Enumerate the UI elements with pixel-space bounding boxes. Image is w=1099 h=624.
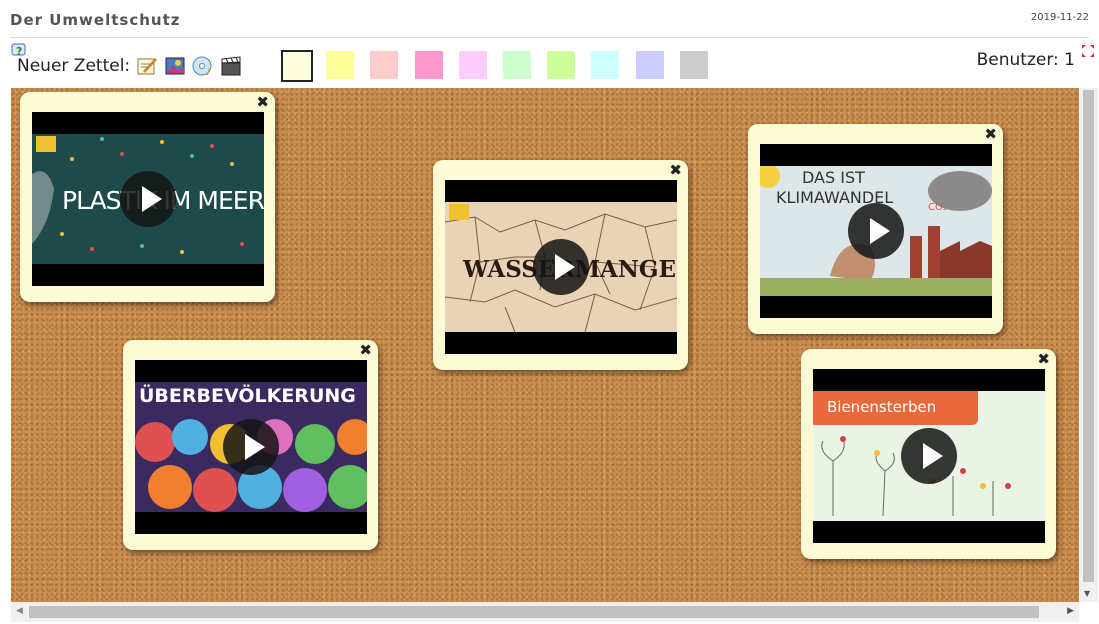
users-count: Benutzer: 1 <box>976 50 1075 70</box>
color-swatch[interactable] <box>547 51 576 79</box>
board-title: Der Umweltschutz <box>10 11 181 29</box>
svg-text:♪: ♪ <box>205 67 211 77</box>
text-note-icon[interactable] <box>136 55 158 77</box>
image-note-icon[interactable] <box>164 55 186 77</box>
thumbnail-title: Bienensterben <box>827 398 937 416</box>
scroll-down-icon[interactable]: ▼ <box>1084 589 1090 598</box>
color-swatch[interactable] <box>591 51 620 79</box>
video-thumbnail: ÜBERBEVÖLKERUNG <box>135 382 367 512</box>
video-note-ueberbevoelkerung[interactable]: ✖ ÜBERBEVÖLKERUNG <box>123 340 378 550</box>
color-swatch[interactable] <box>414 51 443 79</box>
play-icon[interactable] <box>120 171 176 227</box>
scroll-left-icon[interactable]: ◀ <box>16 606 23 616</box>
close-icon[interactable]: ✖ <box>984 126 997 142</box>
close-icon[interactable]: ✖ <box>1037 351 1050 367</box>
video-note-klimawandel[interactable]: ✖ CO₂ DAS IST KLIMAWANDEL <box>748 124 1003 334</box>
vertical-scrollbar-thumb[interactable] <box>1083 90 1094 582</box>
corkboard: ✖ PLASTIK IM MEER ✖ ✖ CO₂ DAS IST KLIMAW… <box>11 88 1079 602</box>
header-divider <box>10 37 1089 38</box>
color-swatch[interactable] <box>458 51 487 79</box>
fullscreen-icon[interactable] <box>1081 44 1095 58</box>
video-note-wassermangel[interactable]: ✖ WASSERMANGEL <box>433 160 688 370</box>
thumbnail-title-line1: DAS IST <box>802 168 865 187</box>
new-note-label: Neuer Zettel: <box>17 56 131 76</box>
video-thumbnail: Bienensterben <box>813 391 1045 521</box>
video-thumbnail: PLASTIK IM MEER <box>32 134 264 264</box>
board-date: 2019-11-22 <box>1030 12 1089 23</box>
video-note-plastik[interactable]: ✖ PLASTIK IM MEER <box>20 92 275 302</box>
color-swatch[interactable] <box>679 51 708 79</box>
scroll-right-icon[interactable]: ▶ <box>1067 606 1074 616</box>
color-swatch[interactable] <box>503 51 531 79</box>
video-player[interactable]: Bienensterben <box>813 369 1045 543</box>
horizontal-scrollbar-thumb[interactable] <box>29 606 1039 618</box>
video-player[interactable]: ÜBERBEVÖLKERUNG <box>135 360 367 534</box>
play-icon[interactable] <box>533 239 589 295</box>
video-player[interactable]: PLASTIK IM MEER <box>32 112 264 286</box>
video-player[interactable]: WASSERMANGEL <box>445 180 677 354</box>
close-icon[interactable]: ✖ <box>359 342 372 358</box>
svg-text:CO₂: CO₂ <box>928 202 947 213</box>
color-swatch[interactable] <box>635 51 664 79</box>
horizontal-scrollbar[interactable]: ◀ ▶ <box>11 602 1079 622</box>
color-swatch-selected[interactable] <box>281 50 313 82</box>
video-thumbnail: WASSERMANGEL <box>445 202 677 332</box>
play-icon[interactable] <box>901 428 957 484</box>
thumbnail-title: ÜBERBEVÖLKERUNG <box>139 385 356 407</box>
color-swatch[interactable] <box>326 51 355 79</box>
play-icon[interactable] <box>848 203 904 259</box>
close-icon[interactable]: ✖ <box>669 162 682 178</box>
video-note-bienensterben[interactable]: ✖ Bienensterben <box>801 349 1056 559</box>
close-icon[interactable]: ✖ <box>256 94 269 110</box>
new-note-toolbar: Neuer Zettel: ♪ <box>17 51 248 81</box>
play-icon[interactable] <box>223 419 279 475</box>
video-thumbnail: CO₂ DAS IST KLIMAWANDEL <box>760 166 992 296</box>
color-swatch[interactable] <box>370 51 399 79</box>
video-player[interactable]: CO₂ DAS IST KLIMAWANDEL <box>760 144 992 318</box>
audio-note-icon[interactable]: ♪ <box>192 55 214 77</box>
vertical-scrollbar[interactable]: ▼ <box>1079 88 1098 602</box>
video-note-icon[interactable] <box>220 55 242 77</box>
